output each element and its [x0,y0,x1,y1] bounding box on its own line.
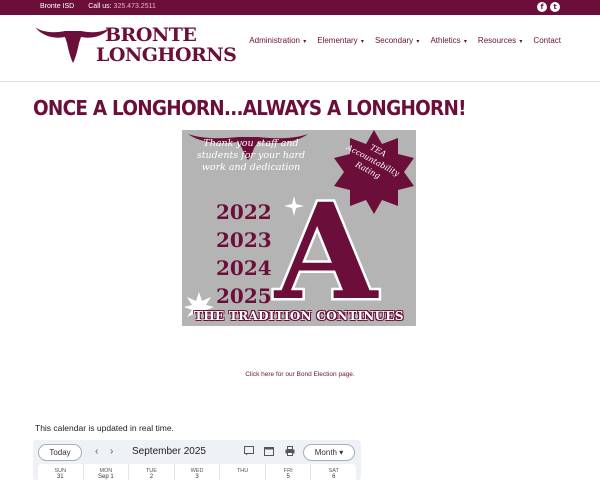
calendar-toolbar: Today ‹ › September 2025 Month ▾ [33,440,361,464]
view-select-button[interactable]: Month ▾ [303,444,355,461]
nav-athletics[interactable]: Athletics ▾ [430,36,466,45]
logo-text-bronte: BRONTE [105,24,197,46]
phone-link[interactable]: 325.473.2511 [114,3,156,10]
facebook-icon[interactable]: f [537,2,547,12]
top-bar: Bronte ISD Call us: 325.473.2511 f t [0,0,600,15]
poster-year: 2024 [216,256,272,280]
calendar-day[interactable]: TUE 2 [129,464,175,480]
calendar-grid: SUN31 MONSep 1 TUE2 WED3 THU4 FRI5 SAT6 [38,464,356,480]
calendar-icon[interactable] [263,446,275,458]
district-name: Bronte ISD [40,3,75,10]
sparkle-icon [284,196,304,216]
poster-tradition-text: THE TRADITION CONTINUES [194,309,404,323]
nav-secondary[interactable]: Secondary ▾ [375,36,420,45]
poster-year: 2023 [216,228,272,252]
today-button[interactable]: Today [38,444,82,461]
site-logo[interactable]: BRONTE LONGHORNS [33,23,237,75]
calendar-icon-graphic [264,447,274,456]
calendar-day-today[interactable]: THU4 [220,464,266,480]
chevron-down-icon: ▾ [360,39,364,45]
next-month-button[interactable]: › [110,445,113,459]
print-icon[interactable] [284,446,296,458]
calendar-day[interactable]: FRI 5 [266,464,312,480]
calendar-day[interactable]: WED 3 [175,464,221,480]
main-nav: Administration ▾ Elementary ▾ Secondary … [249,36,561,45]
feedback-icon-graphic [244,446,254,456]
social-links: f t [537,2,560,12]
print-icon-graphic [285,446,295,456]
prev-month-button[interactable]: ‹ [95,445,98,459]
feedback-icon[interactable] [243,446,255,458]
bond-election-link[interactable]: Click here for our Bond Election page. [0,371,600,378]
nav-administration[interactable]: Administration ▾ [249,36,306,45]
chevron-down-icon: ▾ [416,39,420,45]
calendar-day[interactable]: SUN 31 [38,464,84,480]
calendar-day[interactable]: SAT 6 [311,464,356,480]
calendar-day[interactable]: MON Sep 1 [84,464,130,480]
chevron-down-icon: ▾ [303,39,307,45]
call-label: Call us: [88,3,112,10]
site-header: BRONTE LONGHORNS Administration ▾ Elemen… [0,15,600,82]
top-bar-info: Bronte ISD Call us: 325.473.2511 [40,3,156,10]
phone-info: Call us: 325.473.2511 [88,3,156,10]
calendar-note: This calendar is updated in real time. [35,423,174,433]
chevron-down-icon: ▾ [463,39,467,45]
chevron-down-icon: ▾ [339,448,344,457]
calendar-month-label: September 2025 [132,446,206,457]
embedded-calendar: Today ‹ › September 2025 Month ▾ SUN 31 M… [33,440,361,480]
twitter-icon[interactable]: t [550,2,560,12]
nav-resources[interactable]: Resources ▾ [478,36,523,45]
logo-text-longhorns: LONGHORNS [96,44,237,66]
chevron-down-icon: ▾ [519,39,523,45]
nav-contact[interactable]: Contact [533,36,561,45]
poster-thanks-text: Thank you staff and students for your ha… [196,138,306,173]
poster-year: 2022 [216,200,272,224]
page-headline: ONCE A LONGHORN...ALWAYS A LONGHORN! [33,96,467,120]
poster-year: 2025 [216,284,272,308]
accountability-poster: Thank you staff and students for your ha… [182,130,416,326]
poster-years: 2022 2023 2024 2025 [216,198,272,310]
nav-elementary[interactable]: Elementary ▾ [317,36,364,45]
